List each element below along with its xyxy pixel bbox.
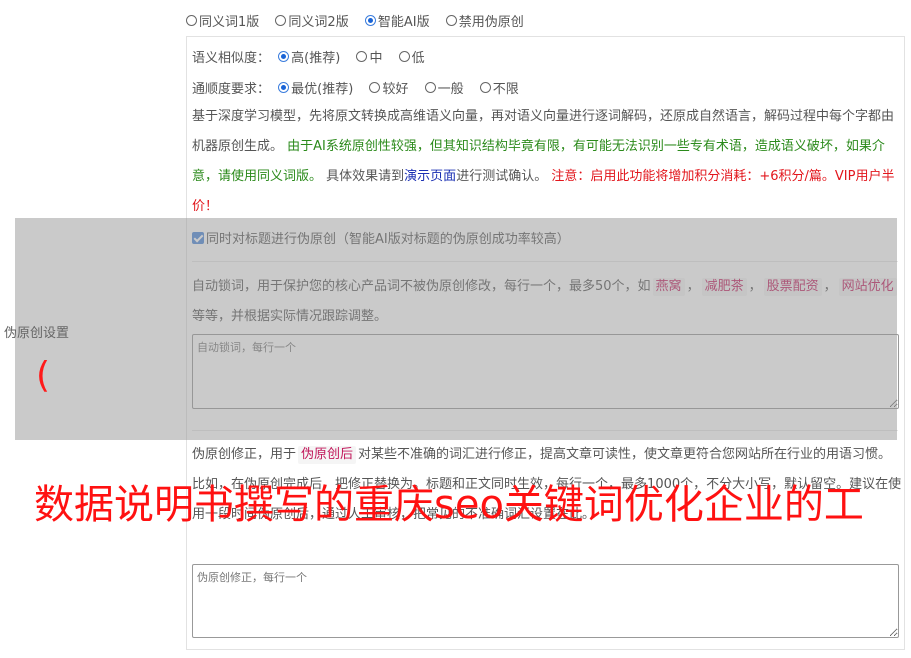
version-radio-group: 同义词1版 同义词2版 智能AI版 禁用伪原创 [186, 11, 536, 30]
radio-label: 禁用伪原创 [458, 15, 524, 30]
disabled-overlay [15, 218, 897, 440]
radio-fluency-normal[interactable]: 一般 [424, 78, 464, 97]
fluency-label: 通顺度要求： [192, 82, 271, 97]
similarity-label: 语义相似度： [192, 51, 271, 66]
radio-fluency-any[interactable]: 不限 [479, 78, 519, 97]
ai-description: 基于深度学习模型，先将原文转换成高维语义向量，再对语义向量进行逐词解码，还原成自… [192, 102, 902, 222]
radio-label: 一般 [437, 82, 464, 97]
radio-synonym-v2[interactable]: 同义词2版 [275, 11, 349, 30]
radio-label: 较好 [382, 82, 409, 97]
demo-page-link[interactable]: 演示页面 [404, 169, 456, 184]
radio-label: 最优(推荐) [291, 82, 354, 97]
watermark-text: 数据说明书撰写的重庆seo关键词优化企业的工 [34, 482, 864, 528]
radio-circle[interactable] [424, 82, 436, 93]
radio-fluency-best[interactable]: 最优(推荐) [278, 78, 353, 97]
radio-circle[interactable] [278, 51, 290, 62]
example-tag: 伪原创后 [298, 446, 357, 464]
radio-similarity-high[interactable]: 高(推荐) [278, 47, 340, 66]
radio-circle[interactable] [278, 82, 290, 93]
similarity-row: 语义相似度： 高(推荐) 中 低 [192, 47, 437, 66]
radio-ai-version[interactable]: 智能AI版 [364, 11, 430, 30]
radio-circle[interactable] [445, 15, 457, 26]
rewrite-settings-label: 伪原创设置 [4, 326, 70, 341]
radio-label: 同义词2版 [288, 15, 349, 30]
radio-synonym-v1[interactable]: 同义词1版 [186, 11, 259, 30]
radio-similarity-low[interactable]: 低 [398, 47, 425, 66]
radio-circle[interactable] [356, 51, 368, 62]
description-text: 进行测试确认。 [456, 169, 548, 184]
radio-label: 同义词1版 [199, 15, 260, 30]
radio-circle[interactable] [398, 51, 410, 62]
fluency-row: 通顺度要求： 最优(推荐) 较好 一般 不限 [192, 78, 531, 97]
radio-circle[interactable] [479, 82, 491, 93]
radio-circle[interactable] [275, 15, 287, 26]
radio-label: 智能AI版 [377, 15, 430, 30]
correction-input[interactable] [192, 564, 899, 638]
radio-circle[interactable] [369, 82, 381, 93]
radio-fluency-good[interactable]: 较好 [369, 78, 408, 97]
description-text: 具体效果请到 [326, 169, 405, 184]
radio-label: 中 [369, 51, 383, 66]
radio-similarity-medium[interactable]: 中 [356, 47, 382, 66]
overlay-paren: ( [36, 355, 51, 396]
radio-label: 不限 [492, 82, 519, 97]
radio-label: 高(推荐) [291, 51, 341, 66]
radio-circle[interactable] [364, 15, 376, 26]
correction-text: 伪原创修正，用于 [192, 447, 297, 462]
radio-label: 低 [411, 51, 425, 66]
radio-circle[interactable] [186, 15, 197, 26]
radio-disable-rewrite[interactable]: 禁用伪原创 [445, 11, 524, 30]
